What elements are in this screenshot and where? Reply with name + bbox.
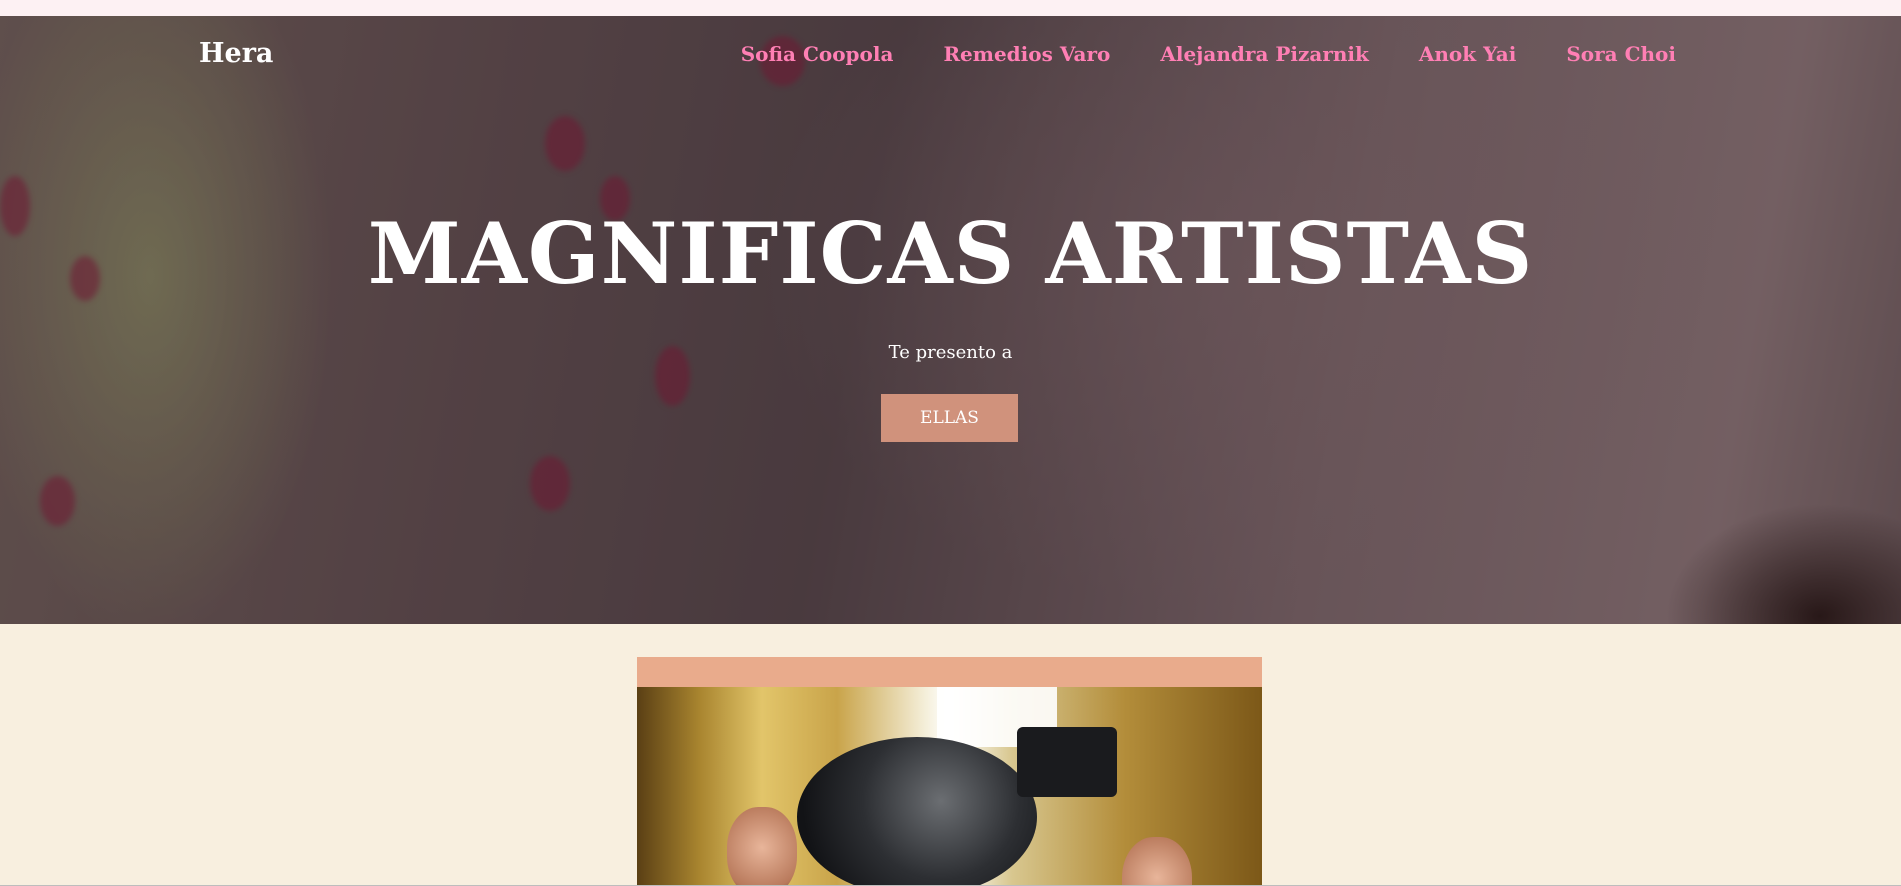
hero-overlay [0,16,1901,624]
ellas-button[interactable]: ELLAS [881,394,1018,442]
nav-link-sofia-coopola[interactable]: Sofia Coopola [741,42,894,66]
top-strip [0,0,1901,16]
artist-card[interactable] [637,657,1262,886]
nav-link-anok-yai[interactable]: Anok Yai [1419,42,1517,66]
nav-link-sora-choi[interactable]: Sora Choi [1566,42,1676,66]
nav-link-remedios-varo[interactable]: Remedios Varo [943,42,1110,66]
nav-link-alejandra-pizarnik[interactable]: Alejandra Pizarnik [1160,42,1369,66]
hero-banner: Hera Sofia Coopola Remedios Varo Alejand… [0,16,1901,624]
artists-section [0,624,1901,886]
person-shape [727,807,797,886]
hero-subtitle: Te presento a [888,342,1013,363]
hero-title: MAGNIFICAS ARTISTAS [367,204,1534,303]
person-shape [1122,837,1192,886]
camera-shape [797,737,1037,886]
camera-shape [1017,727,1117,797]
top-navigation: Hera Sofia Coopola Remedios Varo Alejand… [0,16,1901,86]
film-camera-photo [637,687,1262,886]
nav-links: Sofia Coopola Remedios Varo Alejandra Pi… [741,42,1676,66]
brand-logo[interactable]: Hera [199,38,273,69]
